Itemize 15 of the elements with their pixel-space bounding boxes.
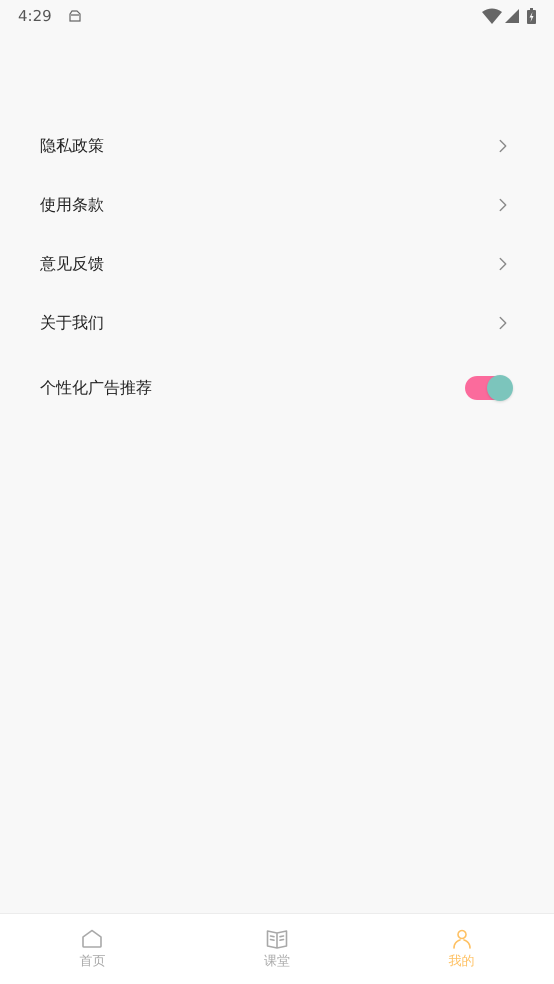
home-icon [80, 926, 104, 951]
setting-label: 关于我们 [40, 312, 104, 334]
setting-label: 意见反馈 [40, 252, 104, 274]
battery-icon [527, 8, 536, 24]
signal-icon [505, 9, 519, 23]
clipboard-icon [68, 9, 82, 23]
nav-tab[interactable]: 我的 [369, 914, 554, 984]
nav-tab[interactable]: 首页 [0, 914, 185, 984]
setting-label: 隐私政策 [40, 134, 104, 156]
ad-toggle-switch[interactable] [465, 376, 511, 400]
status-time: 4:29 [18, 6, 52, 27]
setting-label: 使用条款 [40, 194, 104, 216]
wifi-icon [482, 8, 502, 24]
nav-tab[interactable]: 课堂 [184, 914, 370, 984]
setting-label: 个性化广告推荐 [40, 377, 152, 399]
